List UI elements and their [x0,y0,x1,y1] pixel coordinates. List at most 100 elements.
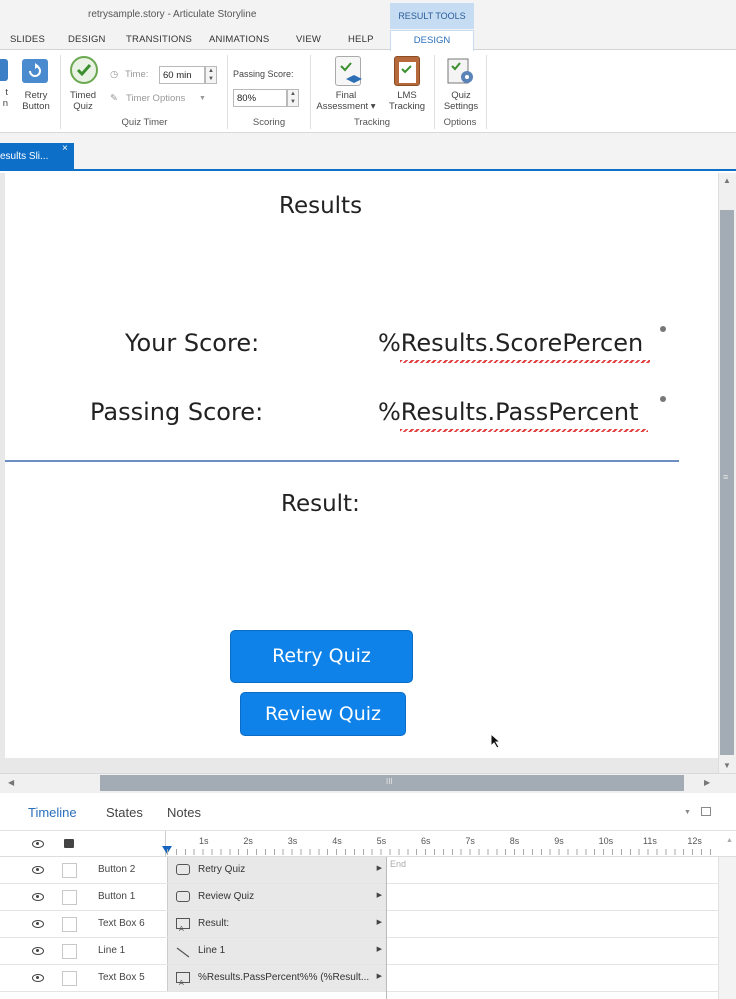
slide-canvas[interactable]: Results Your Score: %Results.ScorePercen… [5,173,718,758]
review-quiz-button[interactable]: Review Quiz [240,692,406,736]
ruler-tick-label: 6s [421,836,431,846]
eye-icon[interactable] [32,974,44,982]
ribbon: tn Retry Button Timed Quiz ◷ Time: 60 min … [0,51,736,133]
timeline-object-name: Button 2 [98,864,136,875]
your-score-label[interactable]: Your Score: [125,329,259,357]
lock-checkbox[interactable] [62,890,77,905]
selection-handle[interactable] [660,326,666,332]
document-tab-label: esults Sli... [0,151,49,162]
final-assessment-label: Final Assessment ▾ [316,90,376,112]
timeline-bar-label: Line 1 [198,945,226,956]
ruler-tick-label: 5s [376,836,387,846]
expand-arrow-icon[interactable]: ▶ [377,891,382,899]
tab-states[interactable]: States [106,805,143,820]
chevron-down-icon[interactable]: ▼ [199,93,206,104]
passing-score-variable[interactable]: %Results.PassPercent [378,398,639,426]
panel-menu-icon[interactable]: ▼ [684,809,691,816]
timeline-end-marker[interactable] [386,857,387,999]
tab-animations[interactable]: ANIMATIONS [209,34,269,45]
selection-handle[interactable] [660,396,666,402]
lock-icon[interactable] [64,839,74,848]
eye-icon[interactable] [32,920,44,928]
timer-options-label[interactable]: Timer Options [126,93,185,104]
tab-help[interactable]: HELP [348,34,374,45]
retry-button-icon[interactable] [22,59,48,83]
time-input[interactable]: 60 min [159,66,205,84]
timeline-bar[interactable]: Retry Quiz ▶ [167,857,387,883]
spellcheck-underline [400,360,650,363]
close-icon[interactable]: × [62,143,68,154]
tab-transitions[interactable]: TRANSITIONS [126,34,192,45]
svg-text:A: A [179,979,184,986]
expand-arrow-icon[interactable]: ▶ [377,918,382,926]
final-assessment-icon[interactable] [335,56,362,86]
timeline-bar[interactable]: Line 1 ▶ [167,938,387,964]
tab-design[interactable]: DESIGN [68,34,106,45]
timeline-bar[interactable]: A %Results.PassPercent%% (%Result... ▶ [167,965,387,991]
vertical-scroll-thumb[interactable]: ≡ [720,210,734,755]
ruler-tick-label: 9s [554,836,564,846]
result-label[interactable]: Result: [281,491,360,517]
button-icon [176,864,190,875]
your-score-variable[interactable]: %Results.ScorePercen [378,329,643,357]
passing-score-slide-label[interactable]: Passing Score: [90,398,263,426]
lms-tracking-icon[interactable] [394,56,420,86]
mouse-cursor-icon [490,733,502,749]
tab-notes[interactable]: Notes [167,805,201,820]
lock-checkbox[interactable] [62,944,77,959]
scroll-up-icon[interactable]: ▲ [726,837,733,844]
expand-arrow-icon[interactable]: ▶ [377,864,382,872]
slide-title[interactable]: Results [279,193,362,219]
scroll-grip-icon: III [386,777,393,786]
scoring-group-label: Scoring [252,117,286,128]
scroll-grip-icon: ≡ [723,472,729,482]
passing-score-spinner[interactable]: ▲ ▼ [287,89,299,107]
timeline-row[interactable]: Text Box 5 A %Results.PassPercent%% (%Resu… [0,965,736,992]
eye-icon[interactable] [32,840,44,848]
title-bar: retrysample.story - Articulate Storyline [0,0,736,30]
timeline-row[interactable]: Text Box 6 A Result: ▶ [0,911,736,938]
scroll-up-icon[interactable]: ▲ [723,176,731,185]
spellcheck-underline [400,429,648,432]
scroll-right-icon[interactable]: ▶ [704,778,710,787]
timeline-row[interactable]: Line 1 Line 1 ▶ [0,938,736,965]
line-icon [176,945,190,958]
eye-icon[interactable] [32,947,44,955]
ruler-tick-label: 12s [687,836,702,846]
quiz-settings-icon[interactable] [445,56,475,86]
horizontal-scroll-thumb[interactable]: III [100,775,684,791]
timeline-scrollbar[interactable] [718,857,736,999]
expand-arrow-icon[interactable]: ▶ [377,945,382,953]
timeline-row[interactable]: Button 2 Retry Quiz ▶ [0,857,736,884]
ruler-tick-label: 7s [465,836,475,846]
tab-timeline[interactable]: Timeline [28,805,77,820]
eye-icon[interactable] [32,866,44,874]
ruler-tick-label: 3s [287,836,298,846]
ribbon-separator [486,55,487,129]
tab-slides[interactable]: SLIDES [10,34,45,45]
lock-checkbox[interactable] [62,863,77,878]
textbox-icon: A [176,972,190,987]
tab-result-design[interactable]: DESIGN [390,30,474,51]
scroll-left-icon[interactable]: ◀ [8,778,14,787]
eye-icon[interactable] [32,893,44,901]
timeline-row[interactable]: Button 1 Review Quiz ▶ [0,884,736,911]
lock-checkbox[interactable] [62,917,77,932]
passing-score-input[interactable]: 80% [233,89,287,107]
window-title: retrysample.story - Articulate Storyline [88,9,257,20]
results-button-icon[interactable] [0,59,8,81]
ribbon-separator [60,55,61,129]
tab-view[interactable]: VIEW [296,34,321,45]
expand-arrow-icon[interactable]: ▶ [377,972,382,980]
timed-quiz-icon[interactable] [70,56,98,84]
timeline-bar[interactable]: A Result: ▶ [167,911,387,937]
ruler-tick-label: 10s [598,836,614,846]
restore-panel-icon[interactable] [701,807,711,816]
time-spinner[interactable]: ▲ ▼ [205,66,217,84]
lock-checkbox[interactable] [62,971,77,986]
timeline-bar[interactable]: Review Quiz ▶ [167,884,387,910]
ruler-minor-ticks [167,849,715,855]
retry-quiz-button[interactable]: Retry Quiz [230,630,413,683]
scroll-down-icon[interactable]: ▼ [723,761,731,770]
divider-line[interactable] [5,460,679,462]
